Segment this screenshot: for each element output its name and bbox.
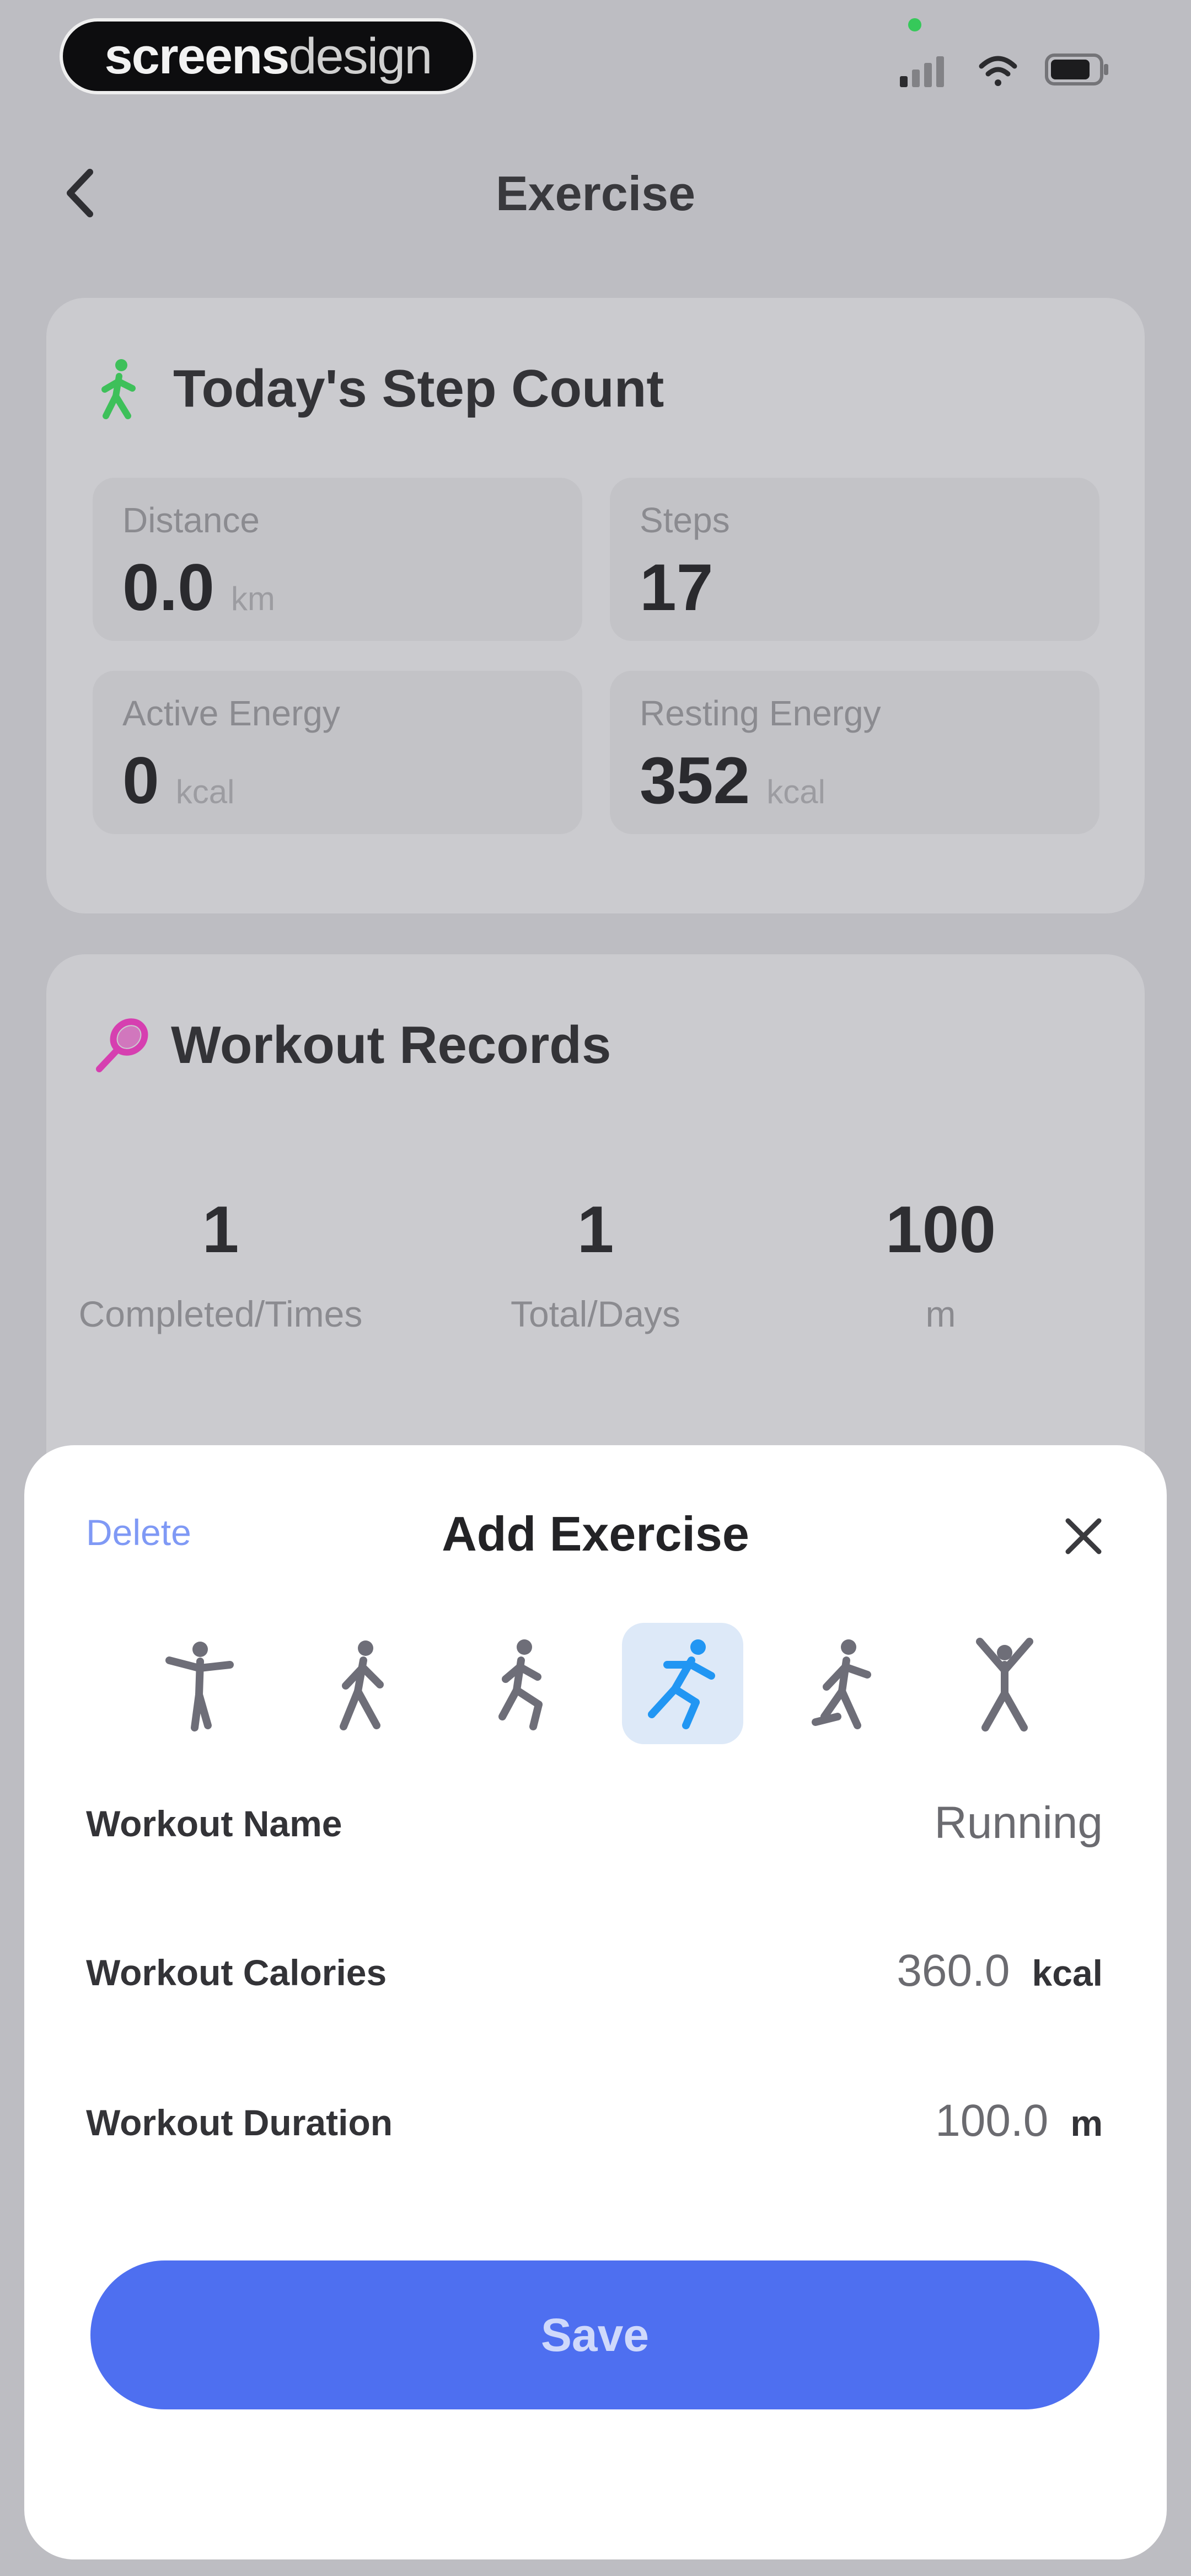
- close-icon: [1065, 1518, 1102, 1554]
- cellular-signal-icon: [900, 56, 944, 87]
- save-button[interactable]: Save: [90, 2260, 1099, 2409]
- exercise-type-stretch[interactable]: [139, 1623, 260, 1744]
- running-figure-icon: [648, 1639, 715, 1729]
- workout-duration-label: Workout Duration: [86, 2102, 393, 2143]
- tile-unit: km: [230, 580, 275, 617]
- close-button[interactable]: [1056, 1509, 1111, 1564]
- workout-calories-unit: kcal: [1032, 1953, 1103, 1994]
- wifi-icon: [979, 56, 1017, 86]
- tile-value: 17: [640, 551, 713, 624]
- stat-label: Total/Days: [510, 1294, 681, 1334]
- workout-name-field[interactable]: Running: [935, 1797, 1103, 1849]
- tile-label: Active Energy: [122, 693, 340, 733]
- workout-calories-field[interactable]: 360.0 kcal: [897, 1945, 1103, 1997]
- recording-indicator-dot: [908, 18, 921, 31]
- distance-tile: Distance 0.0 km: [93, 478, 582, 641]
- tile-value: 0: [122, 744, 159, 817]
- tennis-racket-icon: [96, 1018, 148, 1072]
- workout-calories-label: Workout Calories: [86, 1952, 387, 1993]
- brand-logo: screensdesign: [60, 18, 476, 94]
- battery-icon: [1045, 54, 1108, 85]
- exercise-type-skating[interactable]: [783, 1623, 904, 1744]
- stretch-figure-icon: [165, 1642, 234, 1731]
- exercise-type-selector: [139, 1623, 1065, 1744]
- workout-duration-value: 100.0: [935, 2096, 1049, 2146]
- stat-label: Completed/Times: [78, 1294, 363, 1334]
- workout-duration-unit: m: [1070, 2103, 1103, 2144]
- tile-label: Distance: [122, 500, 260, 540]
- jumping-jack-figure-icon: [976, 1638, 1033, 1731]
- sheet-title: Add Exercise: [442, 1506, 749, 1561]
- stat-label: m: [925, 1294, 956, 1334]
- skating-figure-icon: [812, 1639, 871, 1729]
- tile-label: Steps: [640, 500, 730, 540]
- jogging-figure-icon: [498, 1639, 543, 1730]
- brand-text-light: design: [288, 28, 432, 84]
- walking-figure-icon: [340, 1640, 384, 1730]
- tile-unit: kcal: [766, 773, 825, 810]
- exercise-type-jogging[interactable]: [461, 1623, 582, 1744]
- tile-unit: kcal: [175, 773, 235, 810]
- total-days-stat: 1 Total/Days: [441, 1191, 750, 1335]
- resting-energy-tile: Resting Energy 352 kcal: [610, 671, 1099, 834]
- exercise-type-jumping-jack[interactable]: [944, 1623, 1065, 1744]
- brand-text-bold: screens: [104, 28, 290, 84]
- steps-tile: Steps 17: [610, 478, 1099, 641]
- step-count-card: Today's Step Count Distance 0.0 km Steps…: [46, 298, 1145, 913]
- workout-records-title: Workout Records: [171, 1016, 611, 1075]
- step-count-title: Today's Step Count: [173, 359, 664, 418]
- tile-label: Resting Energy: [640, 693, 881, 733]
- exercise-type-running[interactable]: [622, 1623, 743, 1744]
- workout-name-label: Workout Name: [86, 1803, 342, 1844]
- tile-value: 352: [640, 744, 750, 817]
- stat-value: 1: [202, 1193, 239, 1266]
- walking-person-icon: [101, 359, 136, 419]
- tile-value: 0.0: [122, 551, 214, 624]
- workout-calories-value: 360.0: [897, 1946, 1010, 1996]
- status-icons: [900, 54, 1108, 87]
- exercise-type-walking[interactable]: [300, 1623, 421, 1744]
- completed-times-stat: 1 Completed/Times: [66, 1191, 375, 1335]
- workout-name-value: Running: [934, 1798, 1103, 1848]
- distance-stat: 100 m: [786, 1191, 1095, 1335]
- stat-value: 1: [577, 1193, 614, 1266]
- stat-value: 100: [885, 1193, 996, 1266]
- workout-duration-field[interactable]: 100.0 m: [935, 2095, 1103, 2147]
- active-energy-tile: Active Energy 0 kcal: [93, 671, 582, 834]
- page-title: Exercise: [495, 166, 696, 221]
